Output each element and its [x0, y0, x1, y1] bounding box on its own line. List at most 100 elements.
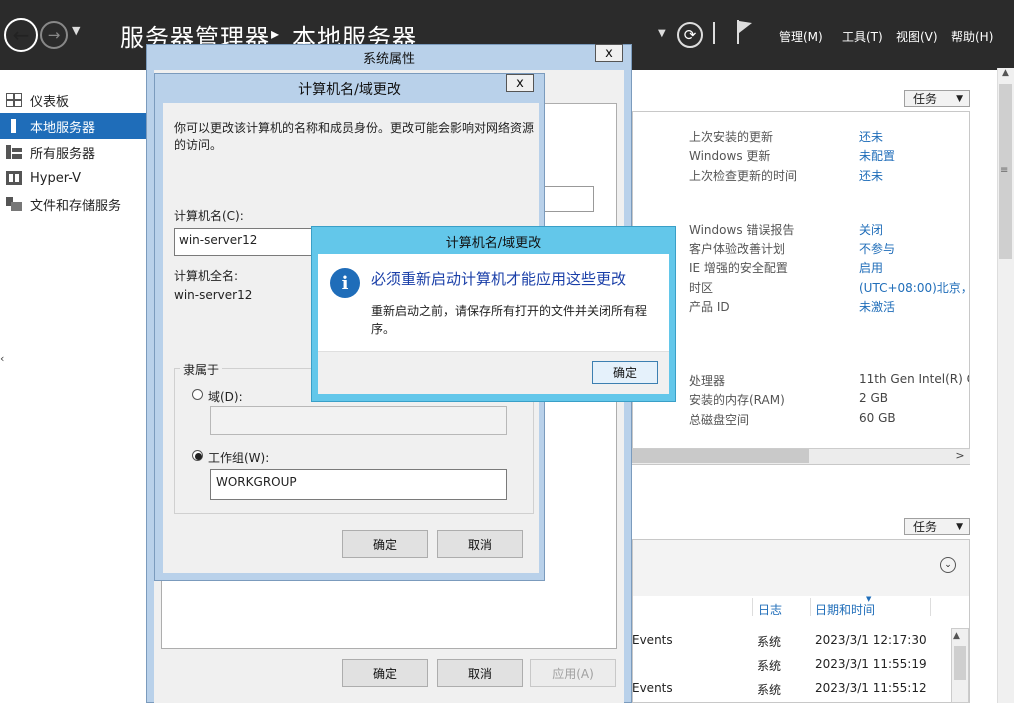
prop-label: Windows 错误报告 [689, 223, 795, 237]
event-log: 系统 [757, 683, 782, 697]
event-source: Events [632, 633, 673, 647]
notifications-flag-icon[interactable] [735, 18, 755, 46]
server-icon [6, 119, 22, 133]
forward-button[interactable]: → [40, 21, 68, 49]
nav-item-label: 仪表板 [30, 94, 70, 110]
nav-item-label: 所有服务器 [30, 146, 96, 162]
menu-help[interactable]: 帮助(H) [951, 28, 993, 45]
event-time: 2023/3/1 11:55:12 [815, 681, 927, 695]
hyper-v-icon [6, 171, 22, 185]
scrollbar-thumb[interactable] [954, 646, 966, 680]
computer-name-label: 计算机名(C): [174, 209, 244, 223]
collapse-arrow-icon[interactable]: ‹ [0, 352, 4, 365]
prop-label: 上次安装的更新 [689, 130, 774, 144]
workgroup-radio[interactable] [192, 450, 203, 461]
tasks-dropdown-properties[interactable]: 任务 ▼ [904, 90, 970, 107]
prop-value: 60 GB [859, 411, 896, 425]
column-divider [810, 598, 811, 616]
prop-label: 产品 ID [689, 300, 730, 314]
tasks-label: 任务 [913, 92, 938, 106]
dropdown-arrow-icon: ▼ [956, 94, 963, 104]
message-ok-button[interactable]: 确定 [592, 361, 658, 384]
column-header-log[interactable]: 日志 [758, 601, 782, 618]
expand-chevron-icon[interactable]: ⌄ [940, 557, 956, 573]
apply-button[interactable]: 应用(A) [530, 659, 616, 687]
cancel-button[interactable]: 取消 [437, 530, 523, 558]
menu-manage[interactable]: 管理(M) [779, 28, 823, 45]
menu-tools[interactable]: 工具(T) [842, 28, 883, 45]
dropdown-arrow-icon: ▼ [956, 522, 963, 532]
member-of-label: 隶属于 [180, 361, 223, 378]
close-button[interactable]: x [595, 44, 623, 62]
prop-label: 安装的内存(RAM) [689, 393, 785, 407]
message-title: 计算机名/域更改 [445, 236, 542, 251]
workgroup-label[interactable]: 工作组(W): [208, 449, 269, 466]
cancel-button[interactable]: 取消 [437, 659, 523, 687]
ok-button[interactable]: 确定 [342, 659, 428, 687]
nav-item-label: Hyper-V [30, 170, 82, 186]
header-dropdown-icon[interactable]: ▼ [658, 28, 666, 39]
nav-item-hyper-v[interactable]: Hyper-V [0, 165, 148, 191]
prop-value-link[interactable]: 关闭 [859, 221, 883, 238]
tasks-label: 任务 [913, 520, 938, 534]
prop-label: Windows 更新 [689, 149, 771, 163]
column-header-datetime[interactable]: 日期和时间 [815, 601, 875, 618]
dialog-title: 计算机名/域更改 [298, 82, 401, 98]
scroll-up-icon[interactable]: ▲ [997, 68, 1014, 84]
prop-value-link[interactable]: (UTC+08:00)北京，重 [859, 279, 969, 296]
domain-label[interactable]: 域(D): [208, 388, 243, 405]
dialog-description: 你可以更改该计算机的名称和成员身份。更改可能会影响对网络资源的访问。 [174, 121, 535, 152]
back-button[interactable]: ← [4, 18, 38, 52]
nav-item-file-storage[interactable]: 文件和存储服务 [0, 191, 148, 217]
prop-value-link[interactable]: 未激活 [859, 298, 895, 315]
dashboard-grid-icon [6, 93, 22, 107]
message-heading: 必须重新启动计算机才能应用这些更改 [371, 270, 627, 288]
computer-name-input[interactable]: win-server12 [174, 228, 314, 256]
nav-item-local-server[interactable]: 本地服务器 [0, 113, 148, 139]
header-divider [713, 22, 715, 44]
servers-icon [6, 145, 22, 159]
full-name-value: win-server12 [174, 288, 253, 302]
workgroup-input[interactable]: WORKGROUP [210, 469, 507, 500]
prop-value: 11th Gen Intel(R) C [859, 372, 969, 386]
nav-item-dashboard[interactable]: 仪表板 [0, 87, 148, 113]
menu-view[interactable]: 视图(V) [896, 28, 938, 45]
prop-label: 上次检查更新的时间 [689, 169, 798, 183]
prop-value-link[interactable]: 启用 [859, 259, 883, 276]
window-title: 系统属性 [362, 52, 415, 67]
scroll-up-icon[interactable]: ▲ [953, 631, 960, 641]
event-time: 2023/3/1 11:55:19 [815, 657, 927, 671]
domain-input[interactable] [210, 406, 507, 435]
description-field[interactable] [543, 186, 594, 212]
file-storage-icon [6, 197, 22, 211]
prop-label: 总磁盘空间 [689, 413, 750, 427]
event-time: 2023/3/1 12:17:30 [815, 633, 927, 647]
arrow-right-icon: → [47, 25, 61, 44]
close-button[interactable]: x [506, 74, 534, 92]
prop-value-link[interactable]: 还未 [859, 167, 883, 184]
nav-item-label: 本地服务器 [30, 120, 96, 136]
events-filter-area [633, 540, 969, 596]
ok-button[interactable]: 确定 [342, 530, 428, 558]
column-divider [930, 598, 931, 616]
close-icon: x [516, 75, 524, 91]
prop-label: 客户体验改善计划 [689, 242, 786, 256]
tasks-dropdown-events[interactable]: 任务 ▼ [904, 518, 970, 535]
prop-value-link[interactable]: 未配置 [859, 147, 895, 164]
history-dropdown-icon[interactable]: ▼ [72, 24, 80, 37]
prop-value-link[interactable]: 不参与 [859, 240, 895, 257]
scrollbar-grip-icon: ≡ [1000, 165, 1009, 176]
domain-radio[interactable] [192, 389, 203, 400]
prop-label: IE 增强的安全配置 [689, 261, 788, 275]
scroll-right-icon[interactable]: > [952, 449, 968, 463]
info-icon: i [330, 268, 360, 298]
refresh-button[interactable]: ⟳ [677, 22, 703, 48]
scrollbar-thumb[interactable] [632, 449, 809, 463]
full-name-label: 计算机全名: [174, 269, 239, 283]
prop-label: 处理器 [689, 374, 726, 388]
nav-item-all-servers[interactable]: 所有服务器 [0, 139, 148, 165]
prop-value-link[interactable]: 还未 [859, 128, 883, 145]
event-log: 系统 [757, 635, 782, 649]
event-source: Events [632, 681, 673, 695]
nav-item-label: 文件和存储服务 [30, 198, 122, 214]
